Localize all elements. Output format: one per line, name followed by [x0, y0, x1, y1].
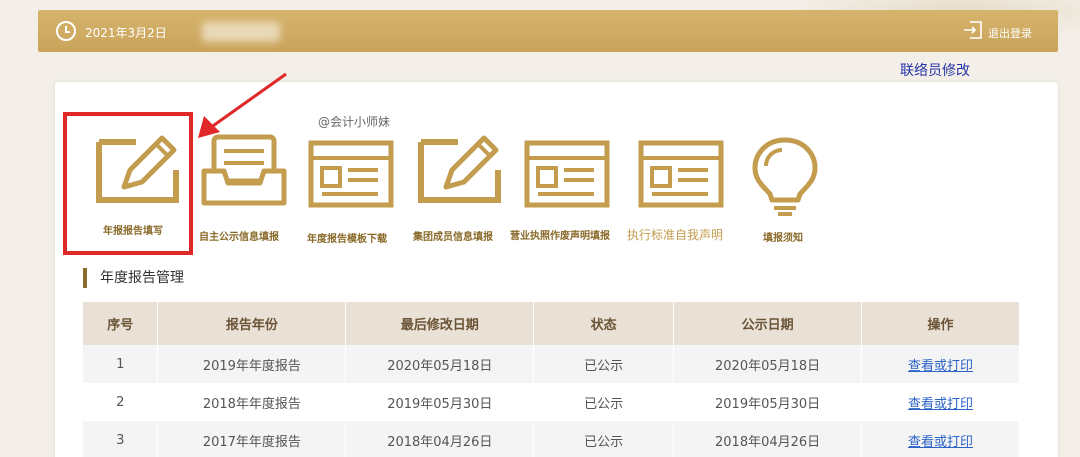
cell-publish-date: 2020年05月18日	[673, 345, 863, 383]
cell-report-year: 2019年年度报告	[157, 345, 347, 383]
document-template-icon	[308, 140, 394, 208]
cell-publish-date: 2018年04月26日	[673, 421, 863, 457]
view-print-link[interactable]: 查看或打印	[908, 435, 973, 450]
header-action: 操作	[861, 302, 1020, 345]
header-date: 2021年3月2日	[85, 26, 167, 40]
document-template-icon	[524, 140, 610, 208]
header-report-year: 报告年份	[157, 302, 347, 345]
section-title: 年度报告管理	[83, 268, 184, 288]
top-header-bar: 2021年3月2日 退出登录	[38, 10, 1058, 52]
pencil-edit-icon	[418, 135, 501, 203]
header-index: 序号	[83, 302, 159, 345]
watermark-text: @会计小师妹	[318, 115, 391, 129]
header-status: 状态	[533, 302, 675, 345]
contact-edit-link[interactable]: 联络员修改	[900, 60, 970, 80]
cell-report-year: 2018年年度报告	[157, 383, 347, 421]
lightbulb-icon	[752, 137, 818, 216]
cell-status: 已公示	[533, 345, 675, 383]
cell-index: 2	[83, 383, 159, 421]
annotation-highlight-box	[63, 112, 193, 255]
blurred-username	[202, 22, 280, 42]
view-print-link[interactable]: 查看或打印	[908, 359, 973, 374]
tile-label-template-download[interactable]: 年度报告模板下载	[307, 230, 387, 245]
tile-label-self-disclosure[interactable]: 自主公示信息填报	[199, 228, 279, 243]
tile-label-filing-instructions[interactable]: 填报须知	[763, 229, 803, 244]
table-row: 1 2019年年度报告 2020年05月18日 已公示 2020年05月18日 …	[83, 345, 1020, 383]
cell-index: 1	[83, 345, 159, 383]
table-row: 2 2018年年度报告 2019年05月30日 已公示 2019年05月30日 …	[83, 383, 1020, 421]
header-last-modified: 最后修改日期	[345, 302, 535, 345]
tile-label-group-member-fill[interactable]: 集团成员信息填报	[413, 228, 493, 243]
cell-index: 3	[83, 421, 159, 457]
cell-status: 已公示	[533, 383, 675, 421]
tile-label-license-void-statement[interactable]: 营业执照作废声明填报	[510, 227, 610, 242]
report-table: 序号 报告年份 最后修改日期 状态 公示日期 操作 1 2019年年度报告 20…	[83, 302, 1020, 457]
inbox-tray-icon	[201, 134, 287, 206]
document-template-icon	[638, 140, 724, 208]
cell-last-modified: 2018年04月26日	[345, 421, 535, 457]
clock-icon	[56, 21, 76, 41]
cell-report-year: 2017年年度报告	[157, 421, 347, 457]
annotation-arrow	[198, 72, 287, 138]
cell-last-modified: 2019年05月30日	[345, 383, 535, 421]
cell-publish-date: 2019年05月30日	[673, 383, 863, 421]
tile-label-standard-self-declaration[interactable]: 执行标准自我声明	[627, 226, 723, 243]
header-publish-date: 公示日期	[673, 302, 863, 345]
logout-icon[interactable]	[962, 20, 984, 40]
view-print-link[interactable]: 查看或打印	[908, 397, 973, 412]
cell-last-modified: 2020年05月18日	[345, 345, 535, 383]
table-row: 3 2017年年度报告 2018年04月26日 已公示 2018年04月26日 …	[83, 421, 1020, 457]
table-header-row: 序号 报告年份 最后修改日期 状态 公示日期 操作	[83, 302, 1020, 345]
cell-status: 已公示	[533, 421, 675, 457]
logout-button[interactable]: 退出登录	[988, 25, 1032, 41]
